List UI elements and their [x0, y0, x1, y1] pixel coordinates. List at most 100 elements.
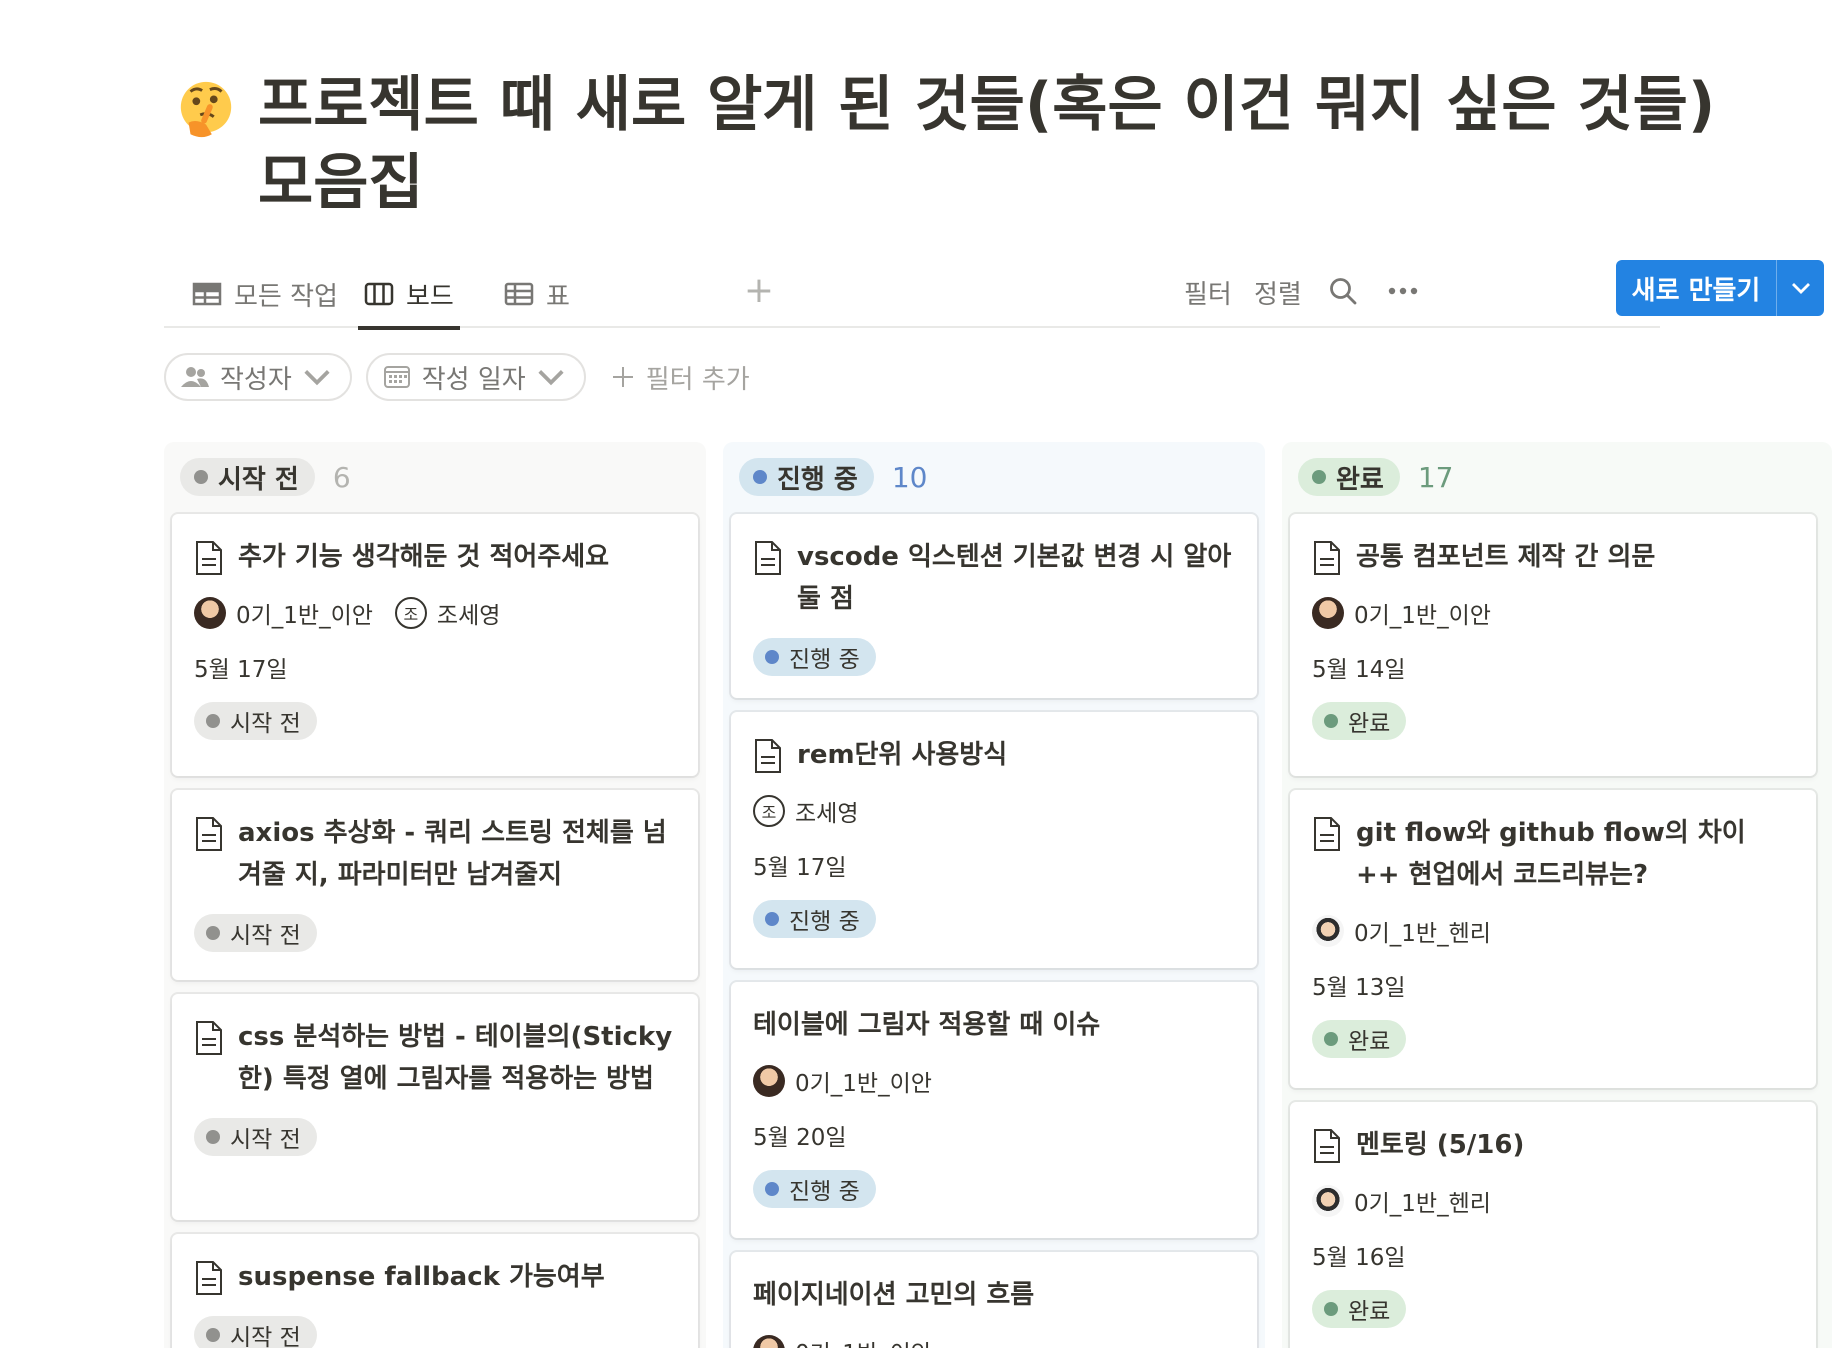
board-card[interactable]: 추가 기능 생각해둔 것 적어주세요 0기_1반_이안 조 조세영 5월 17일 …: [172, 514, 698, 776]
board-card[interactable]: suspense fallback 가능여부 시작 전: [172, 1234, 698, 1348]
board-card[interactable]: css 분석하는 방법 - 테이블의(Sticky한) 특정 열에 그림자를 적…: [172, 994, 698, 1220]
board-column-done: 완료 17 공통 컴포넌트 제작 간 의문 0기_1반_이안 5월 14일 완료…: [1282, 442, 1832, 1348]
tab-table[interactable]: 표: [488, 260, 586, 328]
person[interactable]: 0기_1반_헨리: [1312, 1184, 1491, 1218]
column-header[interactable]: 시작 전 6: [172, 442, 698, 512]
new-button-label[interactable]: 새로 만들기: [1616, 260, 1776, 316]
chevron-down-icon[interactable]: [1776, 260, 1824, 316]
status-badge: 시작 전: [194, 914, 317, 952]
person[interactable]: 0기_1반_이안: [194, 596, 373, 630]
add-view-plus-icon[interactable]: +: [742, 273, 776, 310]
person[interactable]: 0기_1반_이안: [753, 1064, 932, 1098]
page-title[interactable]: 프로젝트 때 새로 알게 된 것들(혹은 이건 뭐지 싶은 것들) 모음집: [258, 66, 1738, 222]
view-toolbar: 모든 작업 보드 표 + 필터 정렬 새로 만들기: [164, 260, 1824, 330]
add-filter-button[interactable]: 필터 추가: [610, 359, 750, 396]
thinking-face-emoji-icon[interactable]: [175, 78, 237, 140]
status-dot: [1324, 1032, 1338, 1046]
status-dot: [1324, 714, 1338, 728]
column-header[interactable]: 완료 17: [1290, 442, 1824, 512]
card-title-text: 테이블에 그림자 적용할 때 이슈: [753, 1010, 1101, 1040]
sort-button[interactable]: 정렬: [1254, 274, 1302, 311]
card-people: 0기_1반_헨리: [1312, 1184, 1796, 1218]
person-name: 0기_1반_이안: [795, 1334, 932, 1348]
person[interactable]: 조 조세영: [753, 794, 858, 828]
status-dot: [765, 912, 779, 926]
card-title: axios 추상화 - 쿼리 스트링 전체를 넘겨줄 지, 파라미터만 남겨줄지: [194, 812, 678, 896]
filter-bar: 작성자 작성 일자 필터 추가: [164, 352, 750, 402]
plus-icon: [612, 367, 633, 387]
card-title: 테이블에 그림자 적용할 때 이슈: [753, 1004, 1237, 1046]
card-title: css 분석하는 방법 - 테이블의(Sticky한) 특정 열에 그림자를 적…: [194, 1016, 678, 1100]
column-count: 17: [1417, 460, 1454, 494]
board-card[interactable]: 멘토링 (5/16) 0기_1반_헨리 5월 16일 완료: [1290, 1102, 1816, 1348]
card-people: 0기_1반_이안: [1312, 596, 1796, 630]
new-button[interactable]: 새로 만들기: [1616, 260, 1824, 316]
more-icon[interactable]: [1384, 272, 1422, 310]
document-icon: [755, 541, 781, 575]
board-card[interactable]: git flow와 github flow의 차이 ++ 현업에서 코드리뷰는?…: [1290, 790, 1816, 1088]
status-tag: 진행 중: [739, 458, 874, 496]
status-badge: 시작 전: [194, 1118, 317, 1156]
status-dot: [1324, 1302, 1338, 1316]
board-card[interactable]: 테이블에 그림자 적용할 때 이슈 0기_1반_이안 5월 20일 진행 중: [731, 982, 1257, 1238]
card-title-text: css 분석하는 방법 - 테이블의(Sticky한) 특정 열에 그림자를 적…: [238, 1022, 673, 1094]
document-icon: [196, 1021, 222, 1055]
status-tag: 완료: [1298, 458, 1400, 496]
card-title-text: 공통 컴포넌트 제작 간 의문: [1356, 542, 1656, 572]
board-card[interactable]: vscode 익스텐션 기본값 변경 시 알아둘 점 진행 중: [731, 514, 1257, 698]
person[interactable]: 0기_1반_이안: [1312, 596, 1491, 630]
filter-button[interactable]: 필터: [1184, 274, 1232, 311]
date-filter[interactable]: 작성 일자: [365, 353, 586, 401]
person-name: 0기_1반_이안: [795, 1071, 932, 1097]
status-label: 시작 전: [230, 711, 301, 737]
tab-board[interactable]: 보드: [348, 260, 470, 330]
card-date: 5월 20일: [753, 1125, 847, 1151]
document-icon: [1314, 541, 1340, 575]
board-column-not-started: 시작 전 6 추가 기능 생각해둔 것 적어주세요 0기_1반_이안 조 조세영 …: [164, 442, 706, 1348]
board-icon: [364, 282, 394, 306]
card-date: 5월 13일: [1312, 975, 1406, 1001]
avatar: 조: [753, 795, 785, 827]
person-name: 0기_1반_이안: [1354, 603, 1491, 629]
card-people: 0기_1반_이안: [753, 1334, 1237, 1348]
card-title-text: rem단위 사용방식: [797, 740, 1008, 770]
person[interactable]: 조 조세영: [394, 596, 501, 630]
status-badge: 진행 중: [753, 638, 876, 676]
board-card[interactable]: 공통 컴포넌트 제작 간 의문 0기_1반_이안 5월 14일 완료: [1290, 514, 1816, 776]
board-card[interactable]: 페이지네이션 고민의 흐름 0기_1반_이안: [731, 1252, 1257, 1348]
person-name: 0기_1반_헨리: [1354, 921, 1491, 947]
document-icon: [196, 1261, 222, 1295]
tab-all-tasks[interactable]: 모든 작업: [176, 260, 354, 328]
status-tag: 시작 전: [180, 458, 315, 496]
author-filter[interactable]: 작성자: [164, 353, 352, 401]
person-name: 조세영: [436, 603, 501, 629]
status-dot: [765, 1182, 779, 1196]
chevron-down-icon: [538, 370, 564, 386]
card-title: 추가 기능 생각해둔 것 적어주세요: [194, 536, 678, 578]
card-date: 5월 17일: [753, 855, 847, 881]
board-card[interactable]: axios 추상화 - 쿼리 스트링 전체를 넘겨줄 지, 파라미터만 남겨줄지…: [172, 790, 698, 980]
column-header[interactable]: 진행 중 10: [731, 442, 1257, 512]
column-count: 6: [332, 460, 351, 494]
add-filter-label: 필터 추가: [645, 364, 750, 395]
avatar: [1312, 1185, 1344, 1217]
card-title: rem단위 사용방식: [753, 734, 1237, 776]
status-badge: 진행 중: [753, 900, 876, 938]
avatar: [753, 1065, 785, 1097]
status-dot: [1312, 470, 1326, 484]
person[interactable]: 0기_1반_이안: [753, 1334, 932, 1348]
card-title-text: 페이지네이션 고민의 흐름: [753, 1280, 1035, 1310]
tab-label: 모든 작업: [234, 281, 338, 312]
search-icon[interactable]: [1324, 272, 1362, 310]
status-dot: [194, 470, 208, 484]
status-badge: 시작 전: [194, 1316, 317, 1348]
avatar: [194, 597, 226, 629]
person[interactable]: 0기_1반_헨리: [1312, 914, 1491, 948]
card-date: 5월 14일: [1312, 657, 1406, 683]
card-title: 멘토링 (5/16): [1312, 1124, 1796, 1166]
card-people: 0기_1반_이안 조 조세영: [194, 596, 678, 630]
board-card[interactable]: rem단위 사용방식 조 조세영 5월 17일 진행 중: [731, 712, 1257, 968]
document-icon: [1314, 817, 1340, 851]
status-badge: 진행 중: [753, 1170, 876, 1208]
status-label: 완료: [1348, 711, 1391, 737]
